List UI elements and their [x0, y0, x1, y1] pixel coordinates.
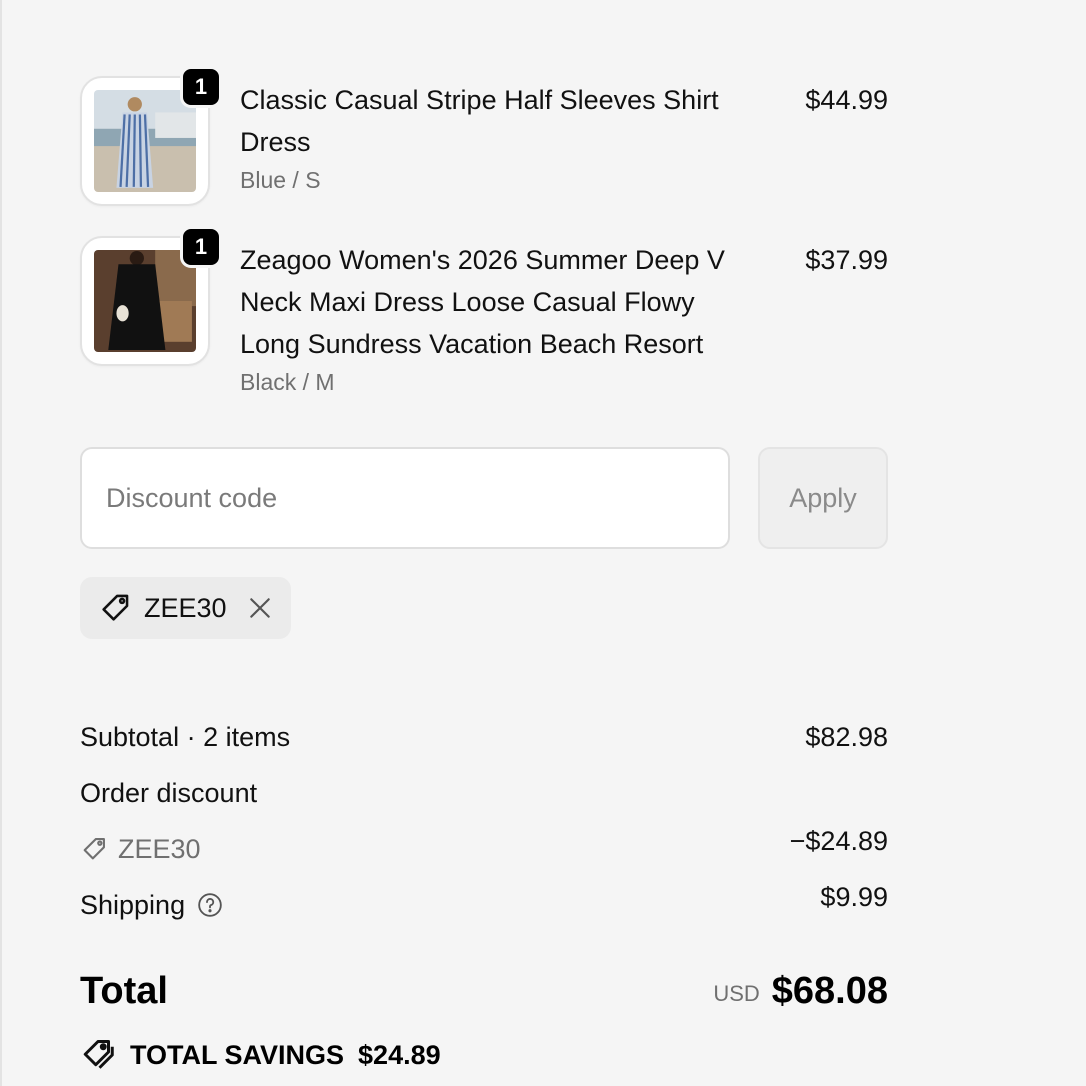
line-item: 1 Classic Casual Stripe Half Sleeves Shi…: [80, 66, 888, 206]
quantity-badge: 1: [180, 66, 222, 108]
shipping-label: Shipping: [80, 890, 186, 920]
help-icon[interactable]: [197, 892, 223, 918]
item-info: Zeagoo Women's 2026 Summer Deep V Neck M…: [240, 236, 760, 399]
item-variant: Black / M: [240, 369, 335, 395]
close-icon[interactable]: [247, 595, 273, 621]
discount-form: Apply: [80, 447, 888, 549]
total-value-group: USD $68.08: [713, 961, 888, 1029]
striped-dress-photo: [94, 90, 196, 192]
subtotal-value: $82.98: [805, 722, 888, 752]
tags-icon: [83, 1040, 114, 1069]
shipping-value: $9.99: [820, 882, 888, 912]
tag-icon: [83, 838, 105, 860]
order-discount-row: Order discount: [80, 773, 888, 821]
product-thumbnail-wrapper: 1: [80, 66, 222, 206]
product-thumbnail-wrapper: 1: [80, 226, 222, 366]
total-currency: USD: [713, 981, 760, 1006]
subtotal-row: Subtotal · 2 items $82.98: [80, 717, 888, 773]
item-variant: Blue / S: [240, 167, 321, 193]
order-discount-code: ZEE30: [118, 834, 201, 864]
discount-code-input[interactable]: [80, 447, 730, 549]
order-discount-value: −$24.89: [789, 826, 888, 856]
subtotal-label: Subtotal · 2 items: [80, 722, 291, 752]
item-price: $37.99: [805, 245, 888, 275]
item-price: $44.99: [805, 85, 888, 115]
total-label: Total: [80, 970, 168, 1012]
quantity-badge: 1: [180, 226, 222, 268]
item-info: Classic Casual Stripe Half Sleeves Shirt…: [240, 76, 760, 206]
total-savings-row: TOTAL SAVINGS $24.89: [80, 1027, 888, 1083]
totals-section: Subtotal · 2 items $82.98 Order discount…: [80, 717, 888, 1083]
total-savings-value: $24.89: [358, 1039, 441, 1070]
order-summary-panel: 1 Classic Casual Stripe Half Sleeves Shi…: [0, 0, 1086, 1086]
order-discount-code-row: ZEE30 −$24.89: [80, 821, 888, 877]
applied-discount-chip: ZEE30: [80, 577, 291, 639]
item-title: Classic Casual Stripe Half Sleeves Shirt…: [240, 85, 719, 157]
total-row: Total USD $68.08: [80, 961, 888, 1021]
applied-discount-code: ZEE30: [144, 592, 227, 623]
black-dress-photo: [94, 250, 196, 352]
line-item: 1 Zeagoo Women's 2026 Summer Deep V Neck…: [80, 226, 888, 399]
total-savings-label: TOTAL SAVINGS: [130, 1039, 345, 1070]
tag-icon: [102, 594, 129, 621]
apply-button[interactable]: Apply: [758, 447, 888, 549]
order-summary: 1 Classic Casual Stripe Half Sleeves Shi…: [80, 66, 888, 1083]
shipping-row: Shipping $9.99: [80, 877, 888, 933]
order-discount-label: Order discount: [80, 778, 258, 808]
item-title: Zeagoo Women's 2026 Summer Deep V Neck M…: [240, 245, 725, 359]
total-amount: $68.08: [771, 970, 888, 1012]
